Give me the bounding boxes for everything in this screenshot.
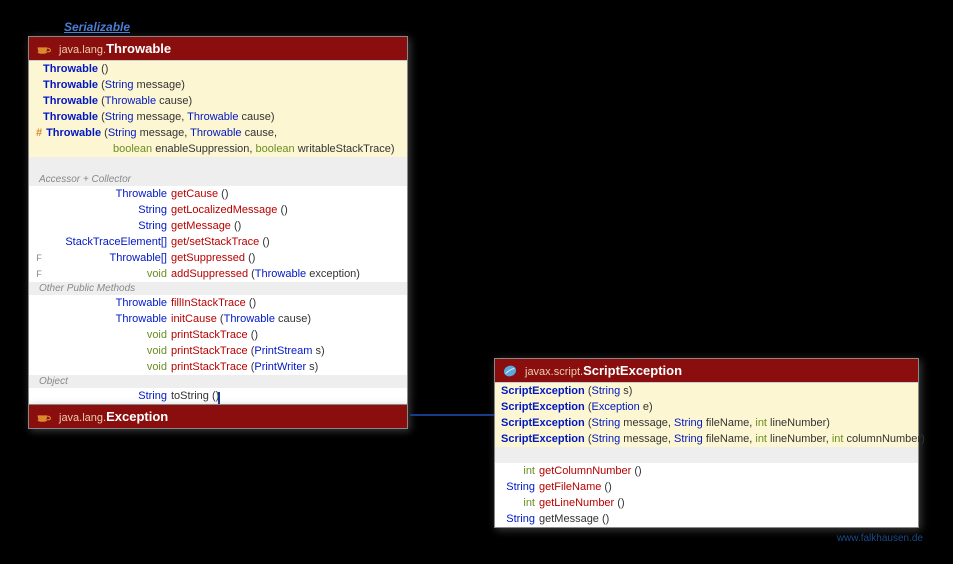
class-body-throwable: Throwable () Throwable (String message) … [29, 60, 407, 404]
method-row: FThrowable[]getSuppressed () [29, 250, 407, 266]
section-other: Other Public Methods [29, 282, 407, 295]
constructor-row: Throwable (Throwable cause) [29, 93, 407, 109]
package-label: javax.script. [525, 366, 583, 378]
constructor-row: # Throwable (String message, Throwable c… [29, 125, 407, 141]
section-object: Object [29, 375, 407, 388]
class-name: Throwable [106, 41, 171, 56]
method-row: intgetColumnNumber () [495, 463, 918, 479]
constructor-row: ScriptException (Exception e) [495, 399, 918, 415]
section-accessor: Accessor + Collector [29, 173, 407, 186]
method-row: intgetLineNumber () [495, 495, 918, 511]
class-throwable: java.lang.Throwable Throwable () Throwab… [28, 36, 408, 405]
constructor-row: ScriptException (String s) [495, 383, 918, 399]
interface-serializable-label: Serializable [64, 20, 130, 34]
watermark: www.falkhausen.de [837, 533, 923, 544]
method-row: FvoidaddSuppressed (Throwable exception) [29, 266, 407, 282]
constructor-row: Throwable (String message) [29, 77, 407, 93]
package-label: java.lang. [59, 412, 106, 424]
method-row: voidprintStackTrace (PrintStream s) [29, 343, 407, 359]
class-name: Exception [106, 409, 168, 424]
constructor-row-cont: boolean enableSuppression, boolean writa… [29, 141, 407, 157]
constructor-row: Throwable (String message, Throwable cau… [29, 109, 407, 125]
package-label: java.lang. [59, 44, 106, 56]
method-row: StringgetMessage () [29, 218, 407, 234]
method-row: StackTraceElement[]get/setStackTrace () [29, 234, 407, 250]
method-row: StringgetFileName () [495, 479, 918, 495]
class-header-exception: java.lang.Exception [29, 405, 407, 428]
java-bean-icon [501, 364, 519, 378]
method-row: voidprintStackTrace (PrintWriter s) [29, 359, 407, 375]
method-row: ThrowableinitCause (Throwable cause) [29, 311, 407, 327]
java-cup-icon [35, 410, 53, 424]
method-row: ThrowablegetCause () [29, 186, 407, 202]
method-row: voidprintStackTrace () [29, 327, 407, 343]
class-header-throwable: java.lang.Throwable [29, 37, 407, 60]
class-header-scriptexception: javax.script.ScriptException [495, 359, 918, 382]
method-row: StringgetMessage () [495, 511, 918, 527]
constructor-row: Throwable () [29, 61, 407, 77]
java-cup-icon [35, 42, 53, 56]
class-exception: java.lang.Exception [28, 404, 408, 429]
constructor-row: ScriptException (String message, String … [495, 431, 918, 447]
blank-row [495, 447, 918, 463]
method-row: ThrowablefillInStackTrace () [29, 295, 407, 311]
class-body-scriptexception: ScriptException (String s) ScriptExcepti… [495, 382, 918, 527]
blank-row [29, 157, 407, 173]
class-name: ScriptException [583, 363, 682, 378]
class-scriptexception: javax.script.ScriptException ScriptExcep… [494, 358, 919, 528]
method-row: StringgetLocalizedMessage () [29, 202, 407, 218]
connector-throwable-exception [218, 392, 220, 404]
constructor-row: ScriptException (String message, String … [495, 415, 918, 431]
connector-exception-scriptexception [410, 414, 494, 416]
